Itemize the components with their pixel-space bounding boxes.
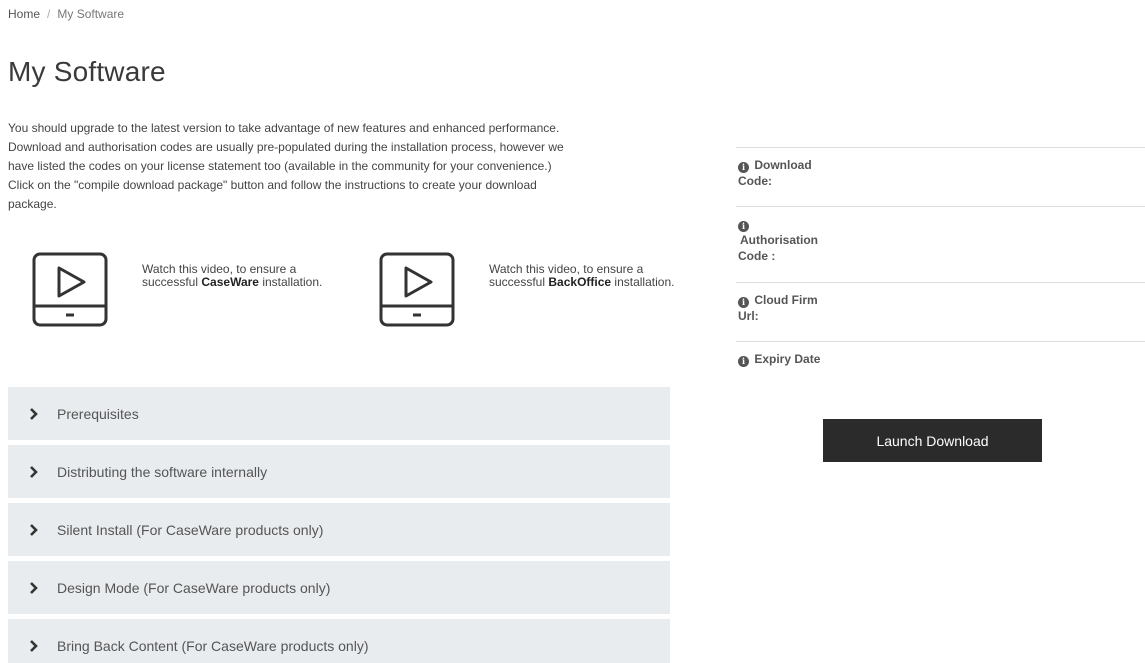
download-code-row: i Download Code: — [736, 148, 1145, 207]
video-product-name: CaseWare — [201, 275, 259, 289]
video-play-icon[interactable] — [377, 251, 457, 331]
expiry-date-row: i Expiry Date — [736, 342, 1145, 382]
breadcrumb-current: My Software — [57, 7, 125, 21]
video-caption: Watch this video, to ensure a successful… — [489, 263, 679, 289]
accordion-item-prerequisites[interactable]: Prerequisites — [8, 387, 670, 440]
info-icon[interactable]: i — [738, 162, 749, 173]
intro-line: Click on the "compile download package" … — [8, 178, 537, 192]
accordion-item-design-mode[interactable]: Design Mode (For CaseWare products only) — [8, 561, 670, 614]
chevron-right-icon — [30, 639, 38, 652]
breadcrumb: Home / My Software — [8, 7, 124, 21]
intro-line: package. — [8, 197, 57, 211]
video-caption-suffix: installation. — [262, 275, 323, 289]
chevron-right-icon — [30, 465, 38, 478]
accordion-label: Prerequisites — [57, 405, 139, 422]
accordion-label: Bring Back Content (For CaseWare product… — [57, 637, 369, 654]
breadcrumb-home-link[interactable]: Home — [8, 7, 40, 21]
video-play-icon[interactable] — [30, 251, 110, 331]
intro-text: You should upgrade to the latest version… — [8, 119, 658, 214]
authorisation-code-label: Authorisation Code : — [738, 233, 818, 263]
license-info-panel: i Download Code: i Authorisation Code : i… — [736, 147, 1145, 382]
intro-line: have listed the codes on your license st… — [8, 159, 552, 173]
accordion-label: Distributing the software internally — [57, 463, 268, 480]
intro-line: You should upgrade to the latest version… — [8, 121, 560, 135]
authorisation-code-row: i Authorisation Code : — [736, 207, 1145, 283]
chevron-right-icon — [30, 581, 38, 594]
launch-download-button[interactable]: Launch Download — [823, 419, 1042, 462]
accordion-item-bring-back-content[interactable]: Bring Back Content (For CaseWare product… — [8, 619, 670, 663]
video-caption-suffix: installation. — [614, 275, 675, 289]
info-icon[interactable]: i — [738, 356, 749, 367]
download-code-label: Download Code: — [738, 158, 812, 188]
chevron-right-icon — [30, 523, 38, 536]
accordion: Prerequisites Distributing the software … — [8, 387, 670, 663]
accordion-item-silent-install[interactable]: Silent Install (For CaseWare products on… — [8, 503, 670, 556]
accordion-label: Design Mode (For CaseWare products only) — [57, 579, 331, 596]
video-card-backoffice[interactable]: Watch this video, to ensure a successful… — [377, 251, 679, 331]
breadcrumb-separator: / — [47, 7, 51, 21]
cloud-firm-url-label: Cloud Firm Url: — [738, 293, 818, 323]
video-product-name: BackOffice — [548, 275, 612, 289]
accordion-label: Silent Install (For CaseWare products on… — [57, 521, 324, 538]
chevron-right-icon — [30, 407, 38, 420]
info-icon[interactable]: i — [738, 297, 749, 308]
accordion-item-distributing[interactable]: Distributing the software internally — [8, 445, 670, 498]
cloud-firm-url-row: i Cloud Firm Url: — [736, 283, 1145, 342]
intro-line: Download and authorisation codes are usu… — [8, 140, 564, 154]
video-caption: Watch this video, to ensure a successful… — [142, 263, 332, 289]
page-title: My Software — [8, 56, 166, 87]
video-card-caseware[interactable]: Watch this video, to ensure a successful… — [30, 251, 332, 331]
info-icon[interactable]: i — [738, 221, 749, 232]
expiry-date-label: Expiry Date — [754, 352, 821, 366]
